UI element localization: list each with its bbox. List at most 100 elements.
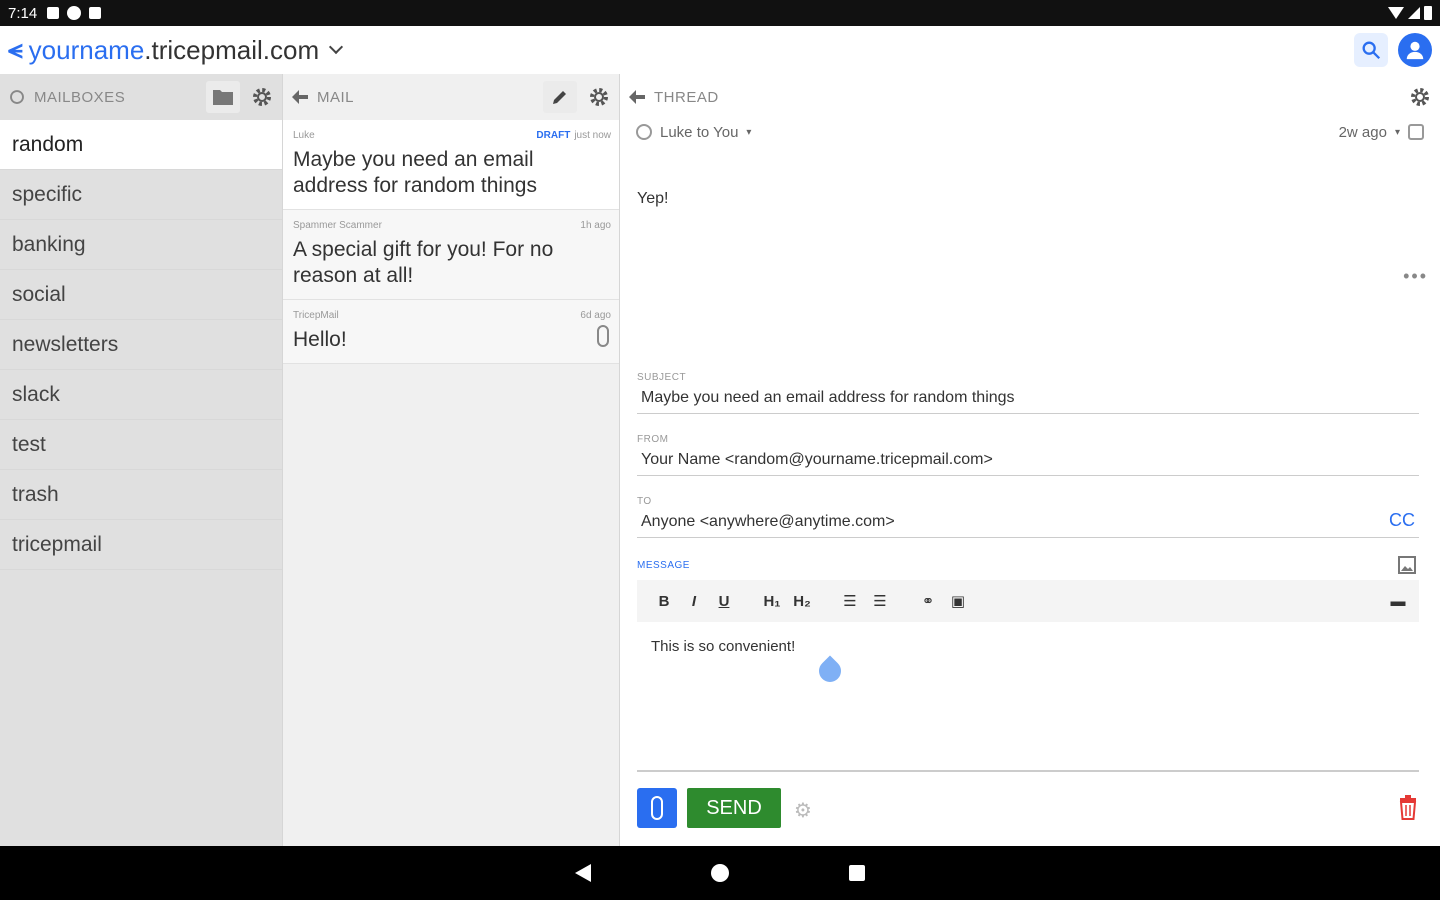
mailbox-item-tricepmail[interactable]: tricepmail — [0, 520, 282, 570]
message-body: Yep! — [637, 190, 669, 207]
subject-value[interactable]: Maybe you need an email address for rand… — [637, 389, 1419, 413]
time-caret-icon[interactable]: ▾ — [1395, 127, 1400, 138]
mail-list-item[interactable]: Luke DRAFT just now Maybe you need an ema… — [283, 120, 619, 210]
mailboxes-panel: MAILBOXES random specific banking social… — [0, 74, 282, 846]
mail-subject: A special gift for you! For no reason at… — [293, 238, 554, 287]
wifi-icon — [1388, 7, 1404, 19]
attach-button[interactable] — [637, 788, 677, 828]
message-label: MESSAGE — [637, 560, 690, 571]
back-arrow-icon[interactable] — [628, 89, 646, 105]
chevron-down-icon[interactable] — [329, 39, 344, 55]
tricepmail-logo-icon[interactable]: ⪪ — [8, 34, 23, 66]
keyboard-icon[interactable]: ▬ — [1383, 593, 1413, 610]
mail-subject: Hello! — [293, 328, 347, 351]
paperclip-icon — [651, 796, 663, 820]
ordered-list-icon[interactable]: ☰ — [835, 592, 865, 610]
underline-button[interactable]: U — [709, 593, 739, 610]
mail-sender: TricepMail — [293, 310, 339, 321]
pencil-icon — [553, 91, 566, 104]
mail-list-item[interactable]: TricepMail 6d ago Hello! — [283, 300, 619, 364]
schedule-icon[interactable]: ⚙ — [794, 798, 812, 823]
from-value[interactable]: Your Name <random@yourname.tricepmail.co… — [637, 451, 1419, 475]
send-button[interactable]: SEND — [687, 788, 781, 828]
thread-panel: THREAD Luke to You ▾ 2w ago ▾ Yep! ••• S… — [619, 74, 1440, 846]
folder-button[interactable] — [206, 81, 240, 113]
mail-settings-icon[interactable] — [587, 85, 611, 109]
mail-list-item[interactable]: Spammer Scammer 1h ago A special gift fo… — [283, 210, 619, 300]
mail-time: 6d ago — [580, 310, 611, 321]
account-domain: .tricepmail.com — [144, 34, 320, 65]
account-selector[interactable]: yourname.tricepmail.com — [29, 35, 319, 66]
mail-sender: Spammer Scammer — [293, 220, 382, 231]
mail-subject: Maybe you need an email address for rand… — [293, 148, 537, 197]
subject-field[interactable]: SUBJECT Maybe you need an email address … — [637, 372, 1419, 414]
trash-icon[interactable] — [1398, 794, 1418, 820]
text-cursor-handle[interactable] — [814, 655, 846, 687]
to-value[interactable]: Anyone <anywhere@anytime.com> — [637, 513, 1419, 537]
message-options-icon[interactable] — [1408, 124, 1424, 140]
mailbox-item-trash[interactable]: trash — [0, 470, 282, 520]
mail-header: MAIL — [283, 74, 619, 120]
nav-recents-icon[interactable] — [849, 865, 865, 881]
mailboxes-title: MAILBOXES — [34, 88, 126, 106]
from-field[interactable]: FROM Your Name <random@yourname.tricepma… — [637, 434, 1419, 476]
message-text: This is so convenient! — [651, 638, 796, 655]
search-icon — [1362, 41, 1381, 60]
message-header[interactable]: Luke to You ▾ 2w ago ▾ — [620, 120, 1440, 144]
draft-badge: DRAFT — [536, 130, 571, 141]
mailbox-item-newsletters[interactable]: newsletters — [0, 320, 282, 370]
mailbox-item-random[interactable]: random — [0, 120, 282, 170]
more-dots-icon[interactable]: ••• — [1403, 266, 1428, 287]
to-field[interactable]: TO Anyone <anywhere@anytime.com> CC — [637, 496, 1419, 538]
thread-settings-icon[interactable] — [1408, 85, 1432, 109]
search-button[interactable] — [1354, 33, 1388, 67]
image-icon[interactable]: ▣ — [943, 592, 973, 610]
mailbox-item-slack[interactable]: slack — [0, 370, 282, 420]
message-time: 2w ago — [1338, 123, 1387, 141]
mail-title: MAIL — [317, 88, 355, 106]
heading2-button[interactable]: H₂ — [787, 593, 817, 610]
mailboxes-header: MAILBOXES — [0, 74, 282, 120]
sender-icon — [636, 124, 652, 140]
from-to-line: Luke to You — [660, 123, 739, 141]
back-arrow-icon[interactable] — [291, 89, 309, 105]
italic-button[interactable]: I — [679, 593, 709, 610]
signal-icon — [1408, 7, 1420, 19]
nav-home-icon[interactable] — [711, 864, 729, 882]
to-label: TO — [637, 496, 652, 507]
app-bar: ⪪ yourname.tricepmail.com — [0, 26, 1440, 74]
mailbox-item-banking[interactable]: banking — [0, 220, 282, 270]
mail-time: just now — [574, 130, 611, 141]
message-editor[interactable]: This is so convenient! — [637, 622, 1419, 772]
bullet-list-icon[interactable]: ☰ — [865, 592, 895, 610]
mailboxes-settings-icon[interactable] — [250, 85, 274, 109]
notification-icon — [47, 7, 60, 19]
subject-label: SUBJECT — [637, 372, 687, 383]
heading1-button[interactable]: H₁ — [757, 593, 787, 610]
mail-panel: MAIL Luke DRAFT just now Maybe you need a… — [282, 74, 619, 846]
mailbox-item-test[interactable]: test — [0, 420, 282, 470]
mail-sender: Luke — [293, 130, 315, 141]
cc-button[interactable]: CC — [1389, 510, 1415, 531]
mailbox-item-specific[interactable]: specific — [0, 170, 282, 220]
status-bar: 7:14 — [0, 0, 1440, 26]
bold-button[interactable]: B — [649, 593, 679, 610]
system-nav-bar — [0, 846, 1440, 900]
folder-icon — [213, 90, 233, 105]
refresh-icon[interactable] — [8, 88, 26, 106]
account-avatar[interactable] — [1398, 33, 1432, 67]
format-toolbar: B I U H₁ H₂ ☰ ☰ ⚭ ▣ ▬ — [637, 580, 1419, 622]
mail-time: 1h ago — [580, 220, 611, 231]
thread-header: THREAD — [620, 74, 1440, 120]
image-insert-icon[interactable] — [1398, 556, 1416, 579]
status-time: 7:14 — [8, 4, 38, 22]
expand-caret-icon[interactable]: ▾ — [746, 127, 751, 138]
compose-button[interactable] — [543, 81, 577, 113]
link-icon[interactable]: ⚭ — [913, 592, 943, 610]
mailbox-item-social[interactable]: social — [0, 270, 282, 320]
from-label: FROM — [637, 434, 669, 445]
thread-title: THREAD — [654, 88, 719, 106]
nav-back-icon[interactable] — [575, 864, 591, 882]
account-user: yourname — [28, 34, 145, 65]
app-notification-icon — [67, 6, 82, 20]
